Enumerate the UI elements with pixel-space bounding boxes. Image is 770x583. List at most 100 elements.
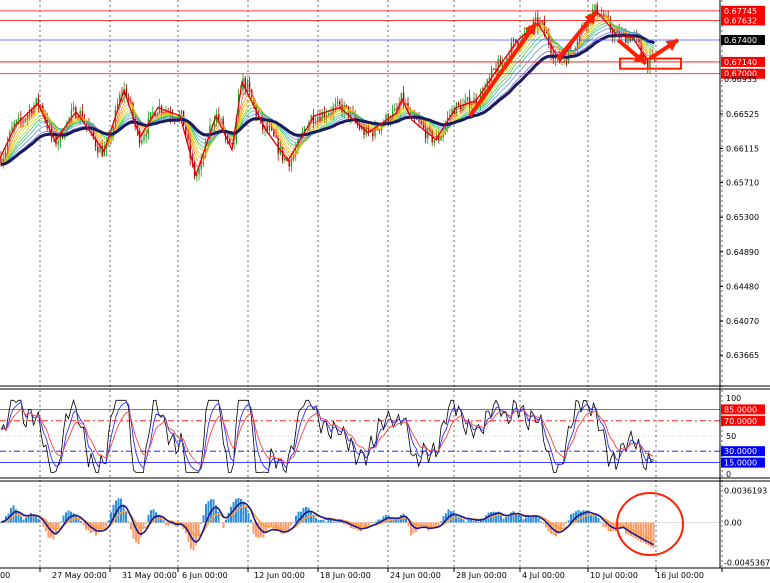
price-axis-tick-label: 0.64890 (726, 248, 759, 257)
histogram-bar (530, 517, 532, 523)
histogram-bar (502, 518, 505, 523)
time-axis-label: 27 May 00:00 (52, 571, 107, 580)
histogram-bar (555, 522, 557, 537)
histogram-bar (60, 521, 62, 523)
histogram-bar (320, 520, 322, 523)
candle-body (339, 101, 341, 105)
candle-body (15, 120, 18, 124)
histogram-bar (72, 513, 75, 523)
histogram-bar (82, 522, 85, 526)
price-level-label: 0.67140 (724, 58, 757, 67)
histogram-bar (460, 518, 462, 523)
time-axis-label: 24 Jun 00:00 (390, 571, 441, 580)
candle-body (394, 108, 396, 111)
histogram-bar (522, 519, 525, 523)
histogram-bar (77, 519, 80, 523)
price-level-tag: 0.67140 (721, 56, 765, 67)
histogram-bar (542, 522, 545, 524)
time-axis-label: 18 Jun 00:00 (320, 571, 371, 580)
candle-body (152, 112, 154, 113)
price-level-label: 0.66935 (724, 75, 757, 84)
chart-background (0, 0, 770, 583)
candle-body (433, 140, 436, 143)
histogram-bar (560, 522, 562, 532)
candle-body (288, 160, 290, 167)
histogram-bar (105, 522, 107, 527)
histogram-bar (472, 520, 475, 523)
histogram-bar (477, 521, 480, 523)
histogram-bar (540, 521, 542, 523)
histogram-bar (197, 522, 200, 537)
histogram-bar (247, 512, 250, 523)
histogram-bar (40, 522, 42, 523)
candle-body (345, 104, 348, 107)
price-axis-tick-label: 0.64480 (726, 282, 759, 291)
oscillator-level-label: 85.0000 (724, 405, 757, 414)
candle-body (537, 17, 539, 27)
histogram-bar (525, 517, 527, 523)
histogram-bar (435, 522, 437, 526)
histogram-bar (220, 522, 222, 523)
histogram-bar (597, 518, 600, 523)
histogram-bar (367, 522, 370, 526)
histogram-bar (322, 519, 325, 523)
price-level-label: 0.67745 (724, 7, 757, 16)
histogram-bar (335, 521, 337, 523)
histogram-bar (325, 522, 327, 523)
price-level-tag: 0.67400 (721, 34, 765, 45)
histogram-bar (462, 519, 465, 523)
histogram-bar (520, 516, 522, 523)
candle-body (220, 118, 222, 120)
candle-body (457, 102, 460, 105)
histogram-bar (295, 515, 297, 523)
histogram-bar (537, 518, 540, 523)
histogram-bar (100, 522, 102, 532)
candle-body (284, 158, 286, 161)
histogram-bar (317, 519, 320, 523)
candle-body (218, 114, 220, 120)
candle-body (334, 103, 337, 107)
price-level-label: 0.67632 (724, 16, 757, 25)
candle-body (233, 142, 235, 145)
histogram-bar (200, 522, 202, 524)
histogram-bar (130, 522, 132, 530)
histogram-bar (107, 520, 110, 523)
histogram-bar (600, 521, 602, 523)
candle-body (143, 136, 145, 141)
time-axis-label: 00 (0, 571, 10, 580)
candle-body (418, 119, 420, 122)
histogram-bar (287, 522, 290, 529)
price-axis-tick-label: 0.65710 (726, 179, 759, 188)
histogram-bar (222, 522, 225, 529)
histogram-bar (225, 519, 227, 523)
oscillator-axis-tick-label: 50 (726, 432, 736, 441)
histogram-axis-tick-label: 0.0036193 (724, 487, 767, 496)
histogram-bar (455, 515, 457, 523)
histogram-bar (452, 511, 455, 523)
histogram-bar (127, 521, 130, 523)
histogram-bar (330, 519, 332, 523)
candle-body (17, 117, 20, 121)
candle-body (268, 127, 271, 131)
histogram-bar (595, 515, 597, 523)
histogram-bar (437, 522, 440, 527)
histogram-bar (120, 498, 122, 523)
histogram-bar (267, 522, 270, 529)
oscillator-level-tag: 85.0000 (721, 404, 765, 415)
histogram-bar (62, 515, 65, 523)
oscillator-level-tag: 30.0000 (721, 446, 765, 457)
price-axis-tick-label: 0.65300 (726, 213, 759, 222)
histogram-bar (165, 522, 167, 526)
histogram-bar (310, 511, 312, 523)
trading-chart[interactable]: 0.677450.676320.674000.671400.670000.669… (0, 0, 770, 583)
candle-body (97, 146, 99, 153)
price-level-tag: 0.67632 (721, 15, 765, 26)
histogram-bar (252, 522, 255, 535)
histogram-bar (245, 506, 247, 523)
histogram-bar (567, 520, 570, 523)
histogram-axis-tick-label: -0.0045367 (724, 558, 770, 567)
oscillator-axis-tick-label: 0 (726, 470, 731, 479)
candle-body (497, 59, 499, 73)
candle-body (72, 107, 75, 111)
candle-body (149, 112, 152, 119)
